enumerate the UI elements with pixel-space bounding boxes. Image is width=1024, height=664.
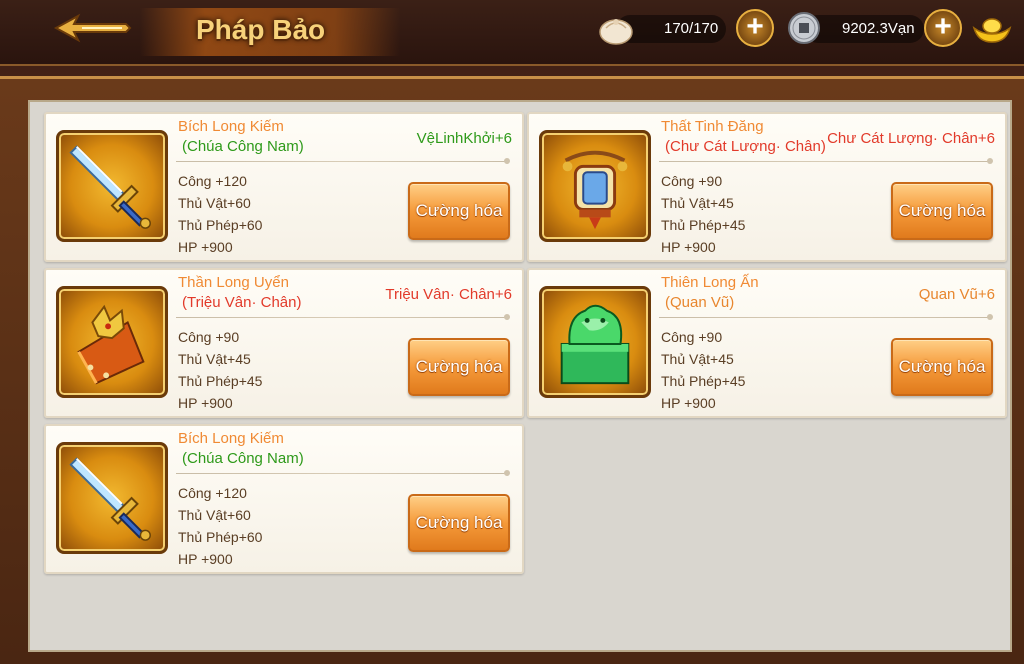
silver-coin-icon [784, 8, 824, 48]
divider [176, 473, 508, 474]
gold-ingot-icon[interactable] [970, 8, 1012, 48]
upgrade-button[interactable]: Cường hóa [408, 494, 510, 552]
divider-dot [987, 158, 993, 164]
stats-list: Công +120 Thủ Vật+60 Thủ Phép+60 HP +900 [178, 482, 262, 570]
divider-dot [504, 158, 510, 164]
treasure-owner: (Chúa Công Nam) [182, 450, 304, 467]
bun-icon [596, 8, 636, 48]
stat-hp: HP +900 [661, 395, 716, 411]
lantern-icon[interactable] [539, 130, 651, 242]
stat-hp: HP +900 [178, 239, 233, 255]
upgrade-button[interactable]: Cường hóa [891, 182, 993, 240]
stats-list: Công +90 Thủ Vật+45 Thủ Phép+45 HP +900 [661, 170, 745, 258]
stat-mag-def: Thủ Phép+45 [661, 373, 746, 389]
treasure-card: Thiên Long Ấn (Quan Vũ) Quan Vũ+6 Công +… [527, 268, 1007, 418]
treasure-name: Bích Long Kiếm [178, 430, 284, 447]
jade-seal-icon[interactable] [539, 286, 651, 398]
treasure-bonus: Quan Vũ+6 [918, 286, 995, 303]
treasure-name: Bích Long Kiếm [178, 118, 284, 135]
silver-value: 9202.3Vạn [842, 20, 915, 37]
upgrade-button[interactable]: Cường hóa [408, 338, 510, 396]
stat-phys-def: Thủ Vật+45 [178, 351, 251, 367]
stat-phys-def: Thủ Vật+60 [178, 507, 251, 523]
treasure-name: Thiên Long Ấn [661, 274, 759, 291]
treasure-bonus: Chư Cát Lượng· Chân+6 [827, 130, 995, 147]
treasure-owner: (Triệu Vân· Chân) [182, 294, 302, 311]
stat-hp: HP +900 [178, 395, 233, 411]
stat-hp: HP +900 [178, 551, 233, 567]
treasure-name: Thất Tinh Đăng [661, 118, 764, 135]
divider [659, 317, 991, 318]
treasure-card: Thần Long Uyển (Triệu Vân· Chân) Triệu V… [44, 268, 524, 418]
treasure-name: Thần Long Uyển [178, 274, 289, 291]
dragon-bracer-icon[interactable] [56, 286, 168, 398]
treasure-bonus: Triệu Vân· Chân+6 [385, 286, 512, 303]
back-button[interactable] [52, 12, 132, 44]
upgrade-button[interactable]: Cường hóa [408, 182, 510, 240]
treasure-owner: (Chư Cát Lượng· Chân) [665, 138, 826, 155]
stamina-value: 170/170 [664, 20, 719, 37]
stat-mag-def: Thủ Phép+60 [178, 529, 263, 545]
stat-phys-def: Thủ Vật+45 [661, 195, 734, 211]
divider-dot [987, 314, 993, 320]
stat-hp: HP +900 [661, 239, 716, 255]
treasure-card: Bích Long Kiếm (Chúa Công Nam) Công +120… [44, 424, 524, 574]
treasure-card: Bích Long Kiếm (Chúa Công Nam) VệLinhKhở… [44, 112, 524, 262]
stats-list: Công +120 Thủ Vật+60 Thủ Phép+60 HP +900 [178, 170, 262, 258]
sword-icon[interactable] [56, 130, 168, 242]
stat-mag-def: Thủ Phép+45 [178, 373, 263, 389]
stat-attack: Công +90 [661, 173, 723, 189]
stat-phys-def: Thủ Vật+60 [178, 195, 251, 211]
top-bar: Pháp Bảo 170/170 + 9202.3Vạn + [0, 0, 1024, 66]
treasure-owner: (Quan Vũ) [665, 294, 735, 311]
stats-list: Công +90 Thủ Vật+45 Thủ Phép+45 HP +900 [178, 326, 262, 414]
treasure-bonus: VệLinhKhởi+6 [416, 130, 512, 147]
add-stamina-button[interactable]: + [736, 9, 774, 47]
divider [176, 317, 508, 318]
treasure-owner: (Chúa Công Nam) [182, 138, 304, 155]
sword-icon[interactable] [56, 442, 168, 554]
divider [176, 161, 508, 162]
stat-attack: Công +90 [178, 329, 240, 345]
treasure-card: Thất Tinh Đăng (Chư Cát Lượng· Chân) Chư… [527, 112, 1007, 262]
page-title: Pháp Bảo [196, 14, 326, 45]
stat-mag-def: Thủ Phép+45 [661, 217, 746, 233]
stat-attack: Công +120 [178, 485, 247, 501]
divider [659, 161, 991, 162]
divider-dot [504, 314, 510, 320]
stats-list: Công +90 Thủ Vật+45 Thủ Phép+45 HP +900 [661, 326, 745, 414]
add-silver-button[interactable]: + [924, 9, 962, 47]
back-arrow-icon [53, 13, 132, 43]
upgrade-button[interactable]: Cường hóa [891, 338, 993, 396]
divider-dot [504, 470, 510, 476]
stat-phys-def: Thủ Vật+45 [661, 351, 734, 367]
stat-attack: Công +90 [661, 329, 723, 345]
stat-mag-def: Thủ Phép+60 [178, 217, 263, 233]
stat-attack: Công +120 [178, 173, 247, 189]
